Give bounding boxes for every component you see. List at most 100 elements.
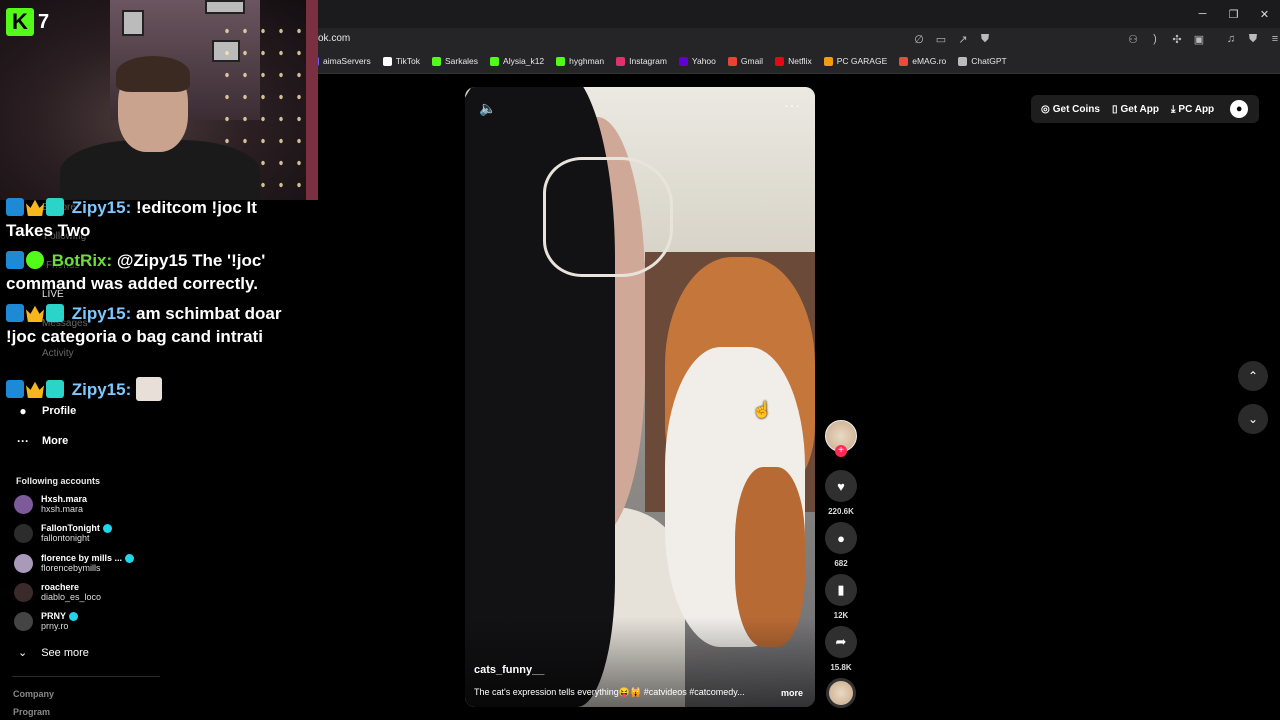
nav-profile[interactable]: ● Profile [16,404,76,418]
like-count: 220.6K [828,507,854,516]
bookmark-item[interactable]: ChatGPT [958,56,1007,66]
chevron-down-icon: ⌄ [18,647,28,659]
bookmark-label: Sarkales [444,56,479,66]
crown-badge-icon [26,199,44,216]
video-description: The cat's expression tells everything😝🙀 … [474,687,745,697]
more-dots-icon: ··· [17,434,29,448]
video-scene-glasses [543,157,673,277]
nav-profile-label: Profile [42,405,77,417]
account-handle: prny.ro [41,621,69,631]
footer-program[interactable]: Program [13,707,50,717]
bookmark-label: Instagram [629,56,667,66]
see-more-label: See more [41,646,89,659]
bookmark-item[interactable]: TikTok [382,56,420,66]
menu-icon[interactable]: ≡ [1268,32,1280,46]
share-icon[interactable]: ↗ [956,32,970,46]
audio-icon[interactable]: ) [1148,32,1162,46]
following-accounts-title: Following accounts [16,476,101,486]
bookmark-favicon-icon [556,56,566,66]
bookmark-item[interactable]: eMAG.ro [899,56,946,66]
bookmark-label: Yahoo [691,56,716,66]
avatar [14,553,33,573]
heart-icon: ♥ [837,478,845,494]
verified-icon [69,611,79,621]
avatar [14,523,33,543]
follow-plus-icon[interactable]: + [835,445,847,457]
minimize-button[interactable]: ─ [1187,0,1218,28]
music-icon[interactable]: ♫ [1224,32,1238,46]
og-badge-icon [46,198,64,216]
get-coins-button[interactable]: ◎ Get Coins [1041,104,1100,115]
bookmark-favicon-icon [382,56,392,66]
following-account-item[interactable]: florence by mills ... florencebymills [14,553,135,573]
nav-more[interactable]: ··· More [16,434,68,448]
restore-button[interactable]: ❐ [1218,0,1249,28]
bookmark-label: PC GARAGE [836,56,888,66]
url-field[interactable]: ok.com [318,33,350,44]
following-account-item[interactable]: PRNY prny.ro [14,611,79,631]
more-options-icon[interactable]: ··· [784,97,801,113]
pc-app-label: PC App [1178,103,1215,115]
previous-video-button[interactable]: ⌃ [1238,361,1268,391]
pc-app-button[interactable]: ⤓ PC App [1171,104,1214,115]
bookmark-favicon-icon [775,56,785,66]
bookmark-item[interactable]: Netflix [775,56,812,66]
bookmark-label: TikTok [395,56,420,66]
video-player[interactable]: 🔈 ··· cats_funny__ The cat's expression … [465,87,815,707]
see-more-button[interactable]: ⌄ See more [18,646,89,660]
description-more-link[interactable]: more [781,688,803,698]
mute-icon[interactable]: ∅ [912,32,926,46]
bookmark-item[interactable]: PC GARAGE [823,56,888,66]
og-badge-icon [46,380,64,398]
bookmark-item[interactable]: Alysia_k12 [490,56,544,66]
puzzle-icon[interactable]: ✣ [1170,32,1184,46]
footer-company[interactable]: Company [13,689,54,699]
video-author[interactable]: cats_funny__ [474,664,544,676]
moderator-badge-icon [6,251,24,269]
following-account-item[interactable]: FallonTonight fallontonight [14,523,112,543]
address-bar-icons: ∅ ▭ ↗ ⛊ [912,32,992,46]
cast-icon[interactable]: ▭ [934,32,948,46]
nav-more-label: More [42,435,69,447]
account-name-row: florence by mills ... [41,553,135,563]
vpn-icon[interactable]: ⛊ [1246,32,1260,46]
cat-emote-icon [136,377,162,401]
account-name: Hxsh.mara [41,494,88,504]
bookmark-item[interactable]: Sarkales [431,56,479,66]
extension-icon[interactable]: ⚇ [1126,32,1140,46]
kick-logo: K 7 [6,6,58,38]
bookmark-item[interactable]: Gmail [727,56,763,66]
bookmark-favicon-icon [899,56,909,66]
volume-icon[interactable]: 🔈 [479,100,496,117]
bookmark-item[interactable]: aimaServers [310,56,371,66]
profile-icon[interactable]: ● [1230,100,1249,118]
bookmark-item[interactable]: Yahoo [678,56,716,66]
sidebar-icon[interactable]: ▣ [1192,32,1206,46]
following-account-item[interactable]: Hxsh.mara hxsh.mara [14,494,87,514]
moderator-badge-icon [6,304,24,322]
moderator-badge-icon [6,198,24,216]
like-button[interactable]: ♥ [825,470,857,502]
hand-cursor-icon: ☝ [752,402,772,419]
bookmark-favicon-icon [958,56,968,66]
og-badge-icon [46,304,64,322]
close-button[interactable]: ✕ [1249,0,1280,28]
share-button[interactable]: ➦ [825,626,857,658]
next-video-button[interactable]: ⌄ [1238,404,1268,434]
following-account-item[interactable]: roachere diablo_es_loco [14,582,101,602]
get-app-button[interactable]: ▯ Get App [1112,104,1159,115]
bookmark-label: aimaServers [323,56,371,66]
nav-activity[interactable]: Activity [42,348,74,359]
account-name: PRNY [41,611,67,621]
comment-button[interactable]: ● [825,522,857,554]
account-handle: hxsh.mara [41,504,84,514]
music-disc-icon[interactable] [826,678,856,708]
bookmark-item[interactable]: hyghman [556,56,604,66]
bookmark-item[interactable]: Instagram [616,56,667,66]
webcam-overlay: K 7 [0,0,318,200]
shield-icon[interactable]: ⛊ [978,32,992,46]
bookmark-label: hyghman [569,56,605,66]
save-button[interactable]: ▮ [825,574,857,606]
extension-icons: ⚇ ) ✣ ▣ ♫ ⛊ ≡ [1126,32,1280,46]
get-coins-label: Get Coins [1052,103,1100,115]
